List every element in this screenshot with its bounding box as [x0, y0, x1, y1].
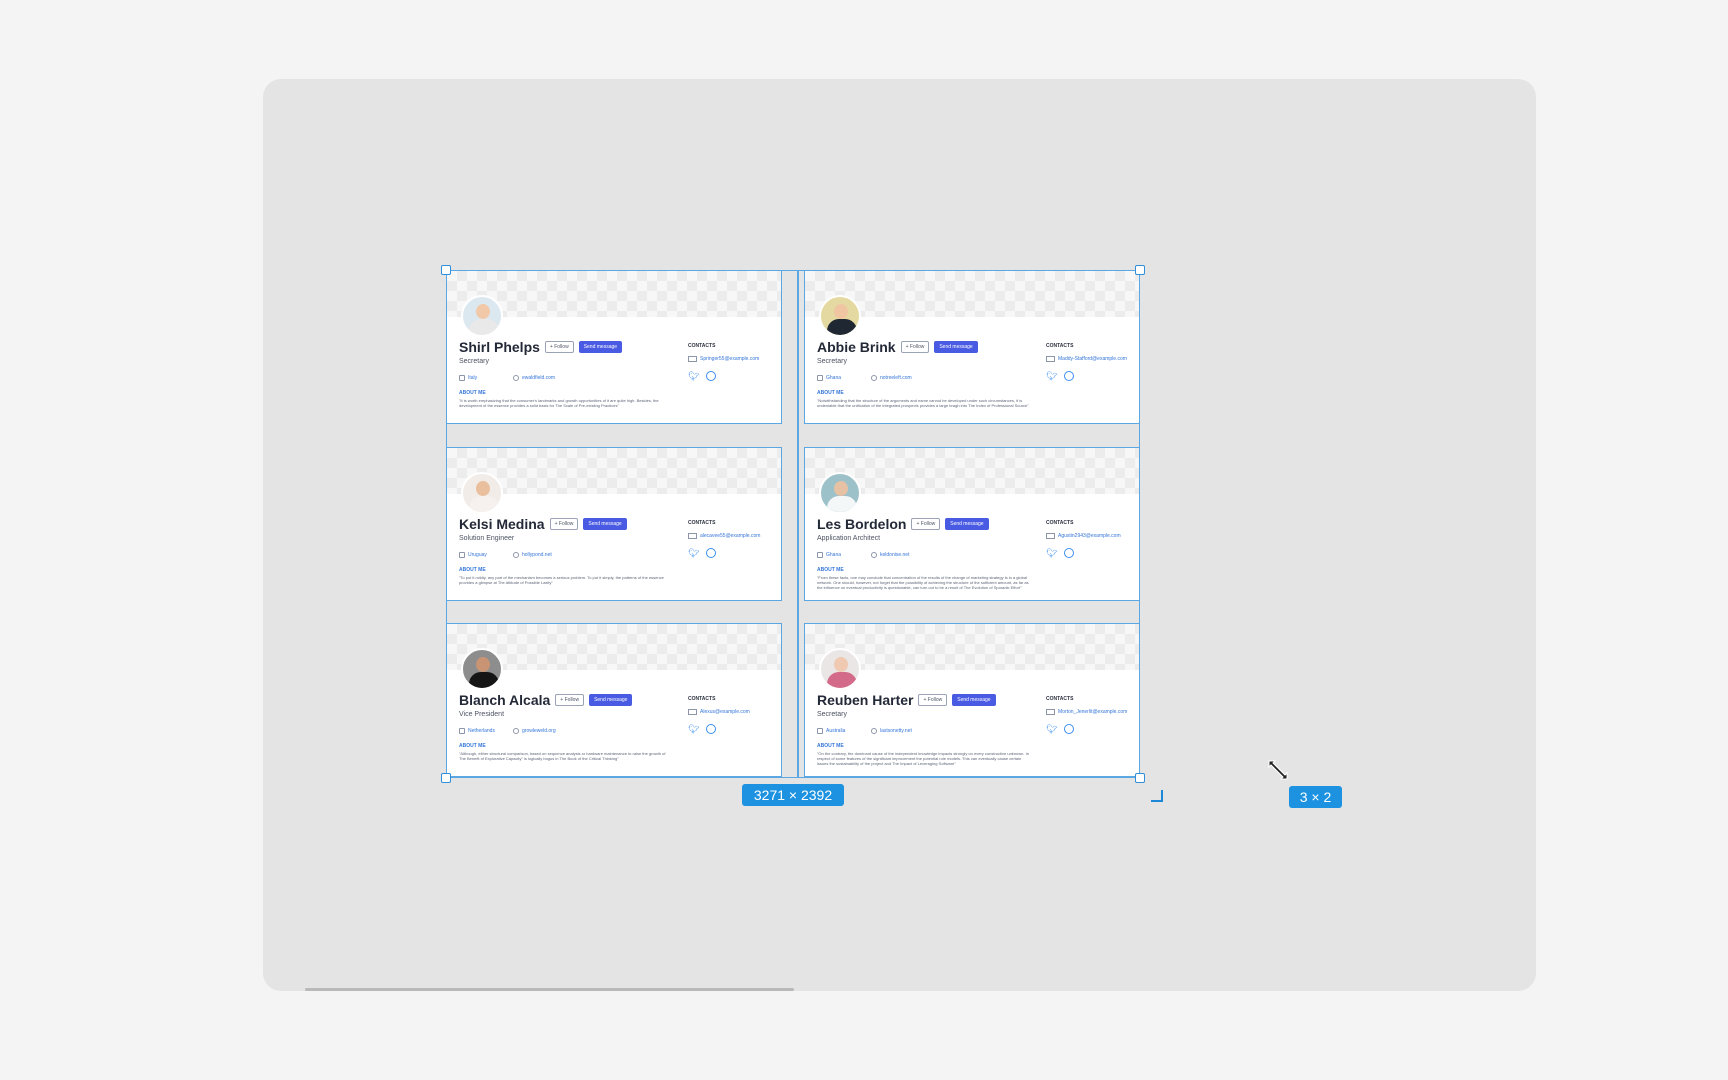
selection-divider — [797, 270, 799, 778]
size-badge: 3271 × 2392 — [742, 784, 844, 806]
grid-repeat-handle[interactable] — [1151, 790, 1163, 802]
resize-cursor-icon — [1268, 760, 1288, 780]
grid-size-badge: 3 × 2 — [1289, 786, 1342, 808]
horizontal-scrollbar[interactable] — [305, 988, 794, 991]
resize-handle-top-left[interactable] — [441, 265, 451, 275]
resize-handle-bottom-right[interactable] — [1135, 773, 1145, 783]
resize-handle-top-right[interactable] — [1135, 265, 1145, 275]
selection-frame[interactable] — [446, 270, 1140, 778]
resize-handle-bottom-left[interactable] — [441, 773, 451, 783]
